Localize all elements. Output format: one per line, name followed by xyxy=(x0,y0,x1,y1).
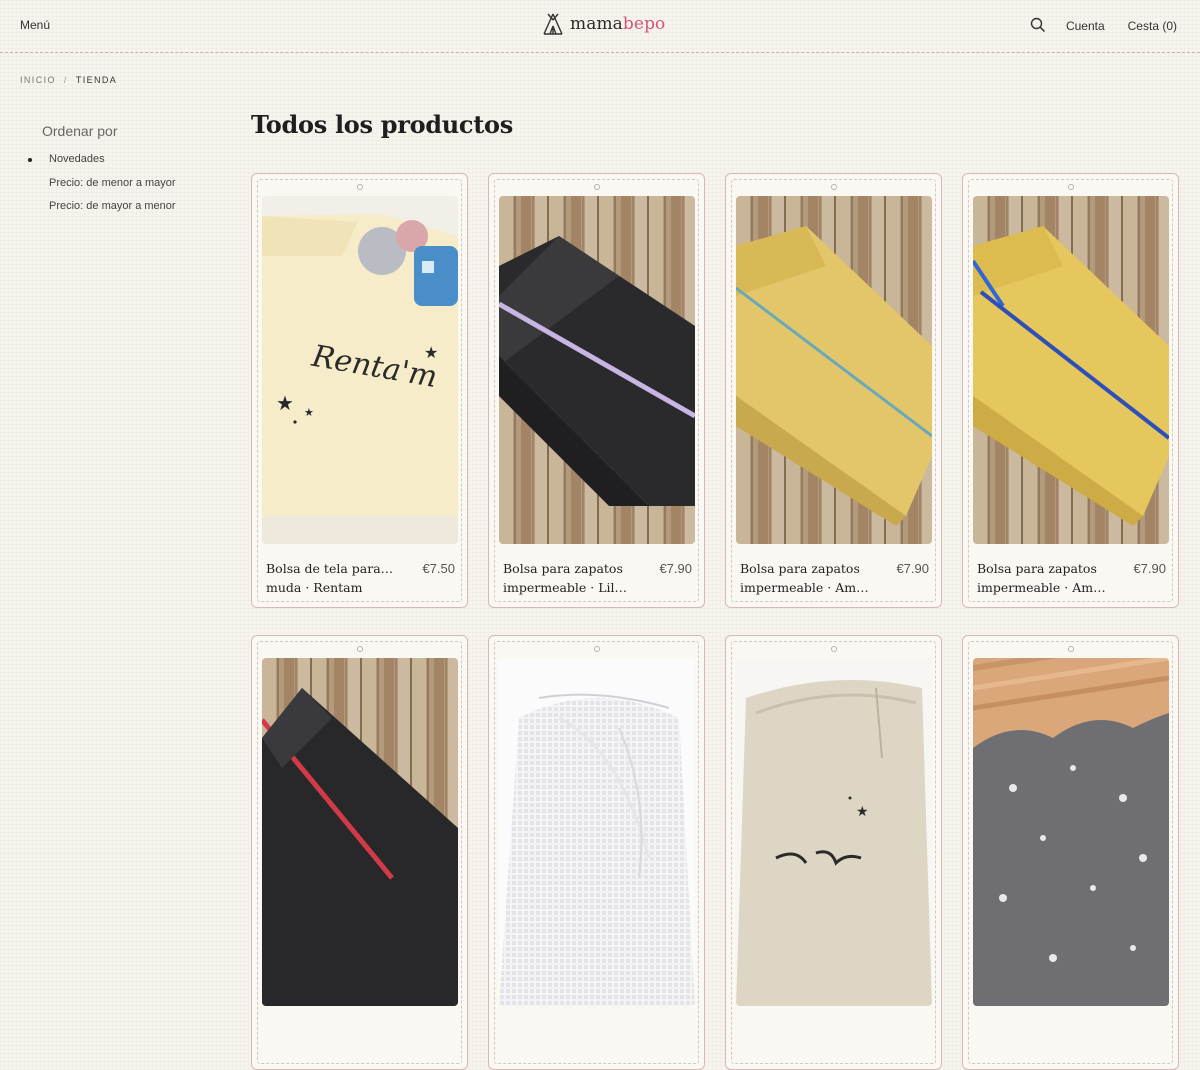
sort-options: Novedades Precio: de menor a mayor Preci… xyxy=(28,153,176,224)
product-price: €7.90 xyxy=(1133,561,1166,576)
product-image[interactable] xyxy=(736,196,932,544)
hang-hole-icon xyxy=(593,184,600,190)
product-price: €7.90 xyxy=(659,561,692,576)
svg-text:★: ★ xyxy=(856,803,869,819)
hang-hole-icon xyxy=(356,184,363,190)
product-card[interactable]: Bolsa para zapatos impermeable · Amaril.… xyxy=(725,173,942,608)
product-name-line1: Bolsa para zapatos xyxy=(740,561,860,576)
breadcrumb: INICIO / TIENDA xyxy=(20,75,117,85)
sort-option-price-desc[interactable]: Precio: de mayor a menor xyxy=(30,200,176,224)
svg-text:★: ★ xyxy=(424,345,438,362)
hang-hole-icon xyxy=(830,184,837,190)
product-image[interactable] xyxy=(973,658,1169,1006)
product-image[interactable] xyxy=(973,196,1169,544)
sort-option-label: Precio: de menor a mayor xyxy=(49,176,176,189)
site-logo[interactable]: mamabepo xyxy=(542,10,665,38)
logo-text-bepo: bepo xyxy=(622,14,666,34)
product-name-line2: impermeable · Lila... xyxy=(503,580,633,595)
product-image[interactable] xyxy=(499,196,695,544)
search-icon[interactable] xyxy=(1030,17,1046,33)
product-name[interactable]: Bolsa para zapatos impermeable · Amaril.… xyxy=(740,559,870,597)
sort-option-newest[interactable]: Novedades xyxy=(28,153,176,177)
product-image[interactable] xyxy=(499,658,695,1006)
product-name-line1: Bolsa para zapatos xyxy=(977,561,1097,576)
sort-option-label: Novedades xyxy=(49,153,105,165)
menu-button[interactable]: Menú xyxy=(20,18,50,32)
svg-text:★: ★ xyxy=(276,393,294,415)
product-image[interactable]: ★ xyxy=(736,658,932,1006)
product-card[interactable]: Bolsa para zapatos impermeable · Lila...… xyxy=(488,173,705,608)
cart-link[interactable]: Cesta (0) xyxy=(1128,19,1177,33)
hang-hole-icon xyxy=(593,646,600,652)
breadcrumb-current: TIENDA xyxy=(75,75,118,85)
product-name-line2: muda · Rentam xyxy=(266,580,363,595)
product-card[interactable]: Bolsa para zapatos impermeable · Amaril.… xyxy=(962,173,1179,608)
page-title: Todos los productos xyxy=(251,110,513,139)
product-price: €7.50 xyxy=(422,561,455,576)
selected-bullet-icon xyxy=(28,158,32,162)
product-name[interactable]: Bolsa para zapatos impermeable · Lila... xyxy=(503,559,633,597)
logo-text-mama: mama xyxy=(570,14,623,34)
teepee-logo-icon xyxy=(543,13,563,35)
product-name-line1: Bolsa de tela para la xyxy=(266,561,396,576)
hang-hole-icon xyxy=(1067,646,1074,652)
hang-hole-icon xyxy=(1067,184,1074,190)
breadcrumb-home[interactable]: INICIO xyxy=(20,75,56,85)
hang-hole-icon xyxy=(830,646,837,652)
account-link[interactable]: Cuenta xyxy=(1066,19,1105,33)
product-price: €7.90 xyxy=(896,561,929,576)
product-image[interactable]: Renta'm ★ ★ ★ xyxy=(262,196,458,544)
site-header: Menú mamabepo Cuenta Cesta (0) xyxy=(0,0,1200,53)
svg-text:★: ★ xyxy=(304,407,314,419)
product-card[interactable]: Renta'm ★ ★ ★ Bolsa de tela para la muda… xyxy=(251,173,468,608)
product-name-line2: impermeable · Amaril... xyxy=(740,580,870,595)
sort-option-price-asc[interactable]: Precio: de menor a mayor xyxy=(30,177,176,201)
product-name-line1: Bolsa para zapatos xyxy=(503,561,623,576)
sort-option-label: Precio: de mayor a menor xyxy=(49,200,176,212)
product-name-line2: impermeable · Amaril... xyxy=(977,580,1107,595)
breadcrumb-separator: / xyxy=(63,75,68,85)
sort-title: Ordenar por xyxy=(42,123,118,139)
product-image[interactable] xyxy=(262,658,458,1006)
product-name[interactable]: Bolsa de tela para la muda · Rentam xyxy=(266,559,396,597)
logo-text: mamabepo xyxy=(570,14,665,34)
hang-hole-icon xyxy=(356,646,363,652)
product-name[interactable]: Bolsa para zapatos impermeable · Amaril.… xyxy=(977,559,1107,597)
